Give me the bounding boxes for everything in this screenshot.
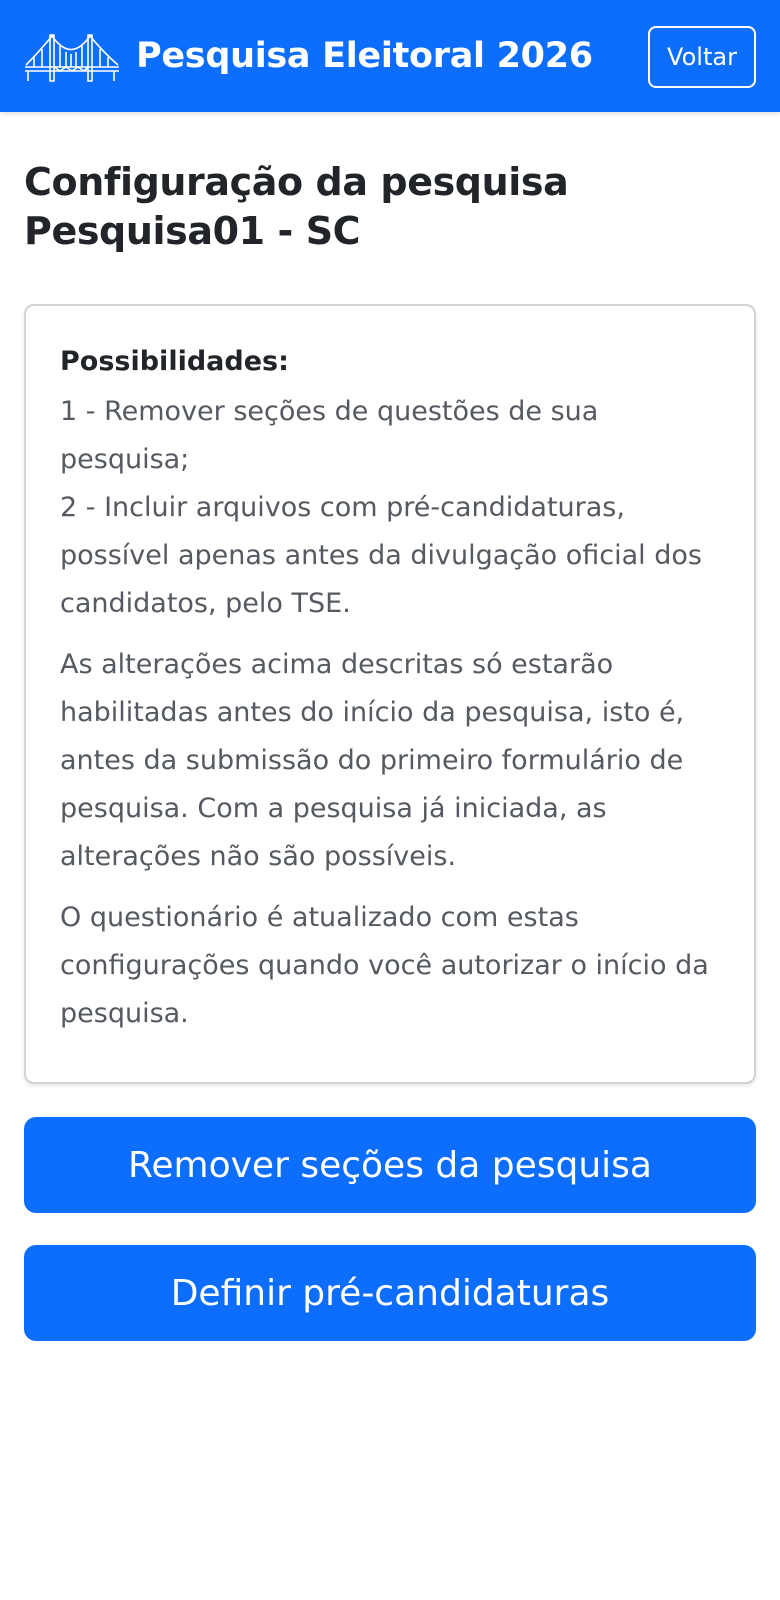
- possibility-item: 1 - Remover seções de questões de sua pe…: [60, 396, 599, 475]
- back-button[interactable]: Voltar: [648, 26, 756, 88]
- possibilities-list: 1 - Remover seções de questões de sua pe…: [60, 388, 722, 628]
- info-paragraph: O questionário é atualizado com estas co…: [60, 902, 709, 1029]
- info-card-heading: Possibilidades:: [60, 346, 289, 377]
- info-paragraph: As alterações acima descritas só estarão…: [60, 649, 685, 872]
- bridge-logo-icon: [24, 27, 120, 85]
- top-navbar: Pesquisa Eleitoral 2026 Voltar: [0, 0, 780, 112]
- brand[interactable]: Pesquisa Eleitoral 2026: [24, 26, 593, 86]
- page-title: Configuração da pesquisa Pesquisa01 - SC: [24, 160, 569, 253]
- possibility-item: 2 - Incluir arquivos com pré-candidatura…: [60, 492, 702, 619]
- app-title: Pesquisa Eleitoral 2026: [136, 36, 593, 76]
- define-precandidacies-button[interactable]: Definir pré-candidaturas: [24, 1245, 756, 1341]
- info-card: Possibilidades: 1 - Remover seções de qu…: [24, 304, 756, 1084]
- remove-sections-button[interactable]: Remover seções da pesquisa: [24, 1117, 756, 1213]
